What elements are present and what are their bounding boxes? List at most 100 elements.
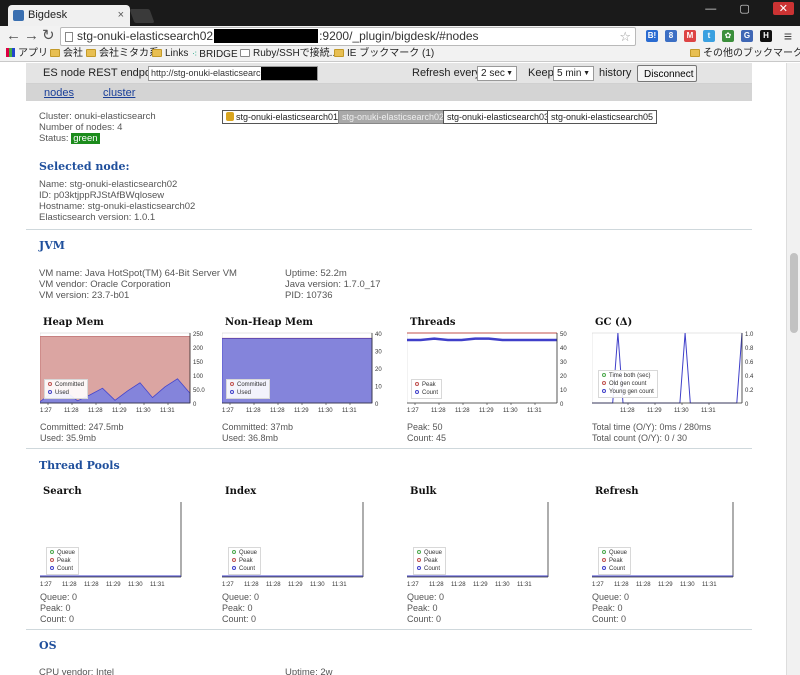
chart-title: Refresh [595, 486, 639, 497]
bookmark-folder[interactable]: 会社ミタカ系 [86, 48, 159, 60]
node-version: Elasticsearch version: 1.0.1 [39, 212, 156, 223]
x-tick-label: 11:31 [517, 582, 532, 588]
chart-stat: Committed: 37mb [222, 422, 294, 432]
legend-dot-icon [230, 390, 234, 394]
extension-icon[interactable]: M [684, 30, 696, 42]
pool-stat: Queue: 0 [222, 592, 260, 602]
apps-grid-icon [6, 48, 15, 57]
y-tick-label: 50 [560, 332, 567, 338]
os-uptime-partial: Uptime: 2w [285, 667, 333, 675]
extension-icon[interactable]: 8 [665, 30, 677, 42]
extension-icon[interactable]: B! [646, 30, 658, 42]
back-arrow-icon[interactable]: ← [6, 26, 21, 46]
legend-label: Queue [239, 550, 258, 556]
node-button[interactable]: stg-onuki-elasticsearch01 [222, 110, 343, 124]
master-node-icon [226, 112, 234, 121]
extension-icon[interactable]: t [703, 30, 715, 42]
node-button[interactable]: stg-onuki-elasticsearch03 [443, 110, 554, 124]
legend-dot-icon [50, 550, 54, 554]
forward-arrow-icon[interactable]: → [24, 26, 39, 46]
x-tick-label: 11:29 [288, 582, 303, 588]
chart-svg: 250 200 150 100 50.0 0 1:27 11:28 11:28 11:29 11:3… [40, 332, 205, 414]
pool-stat: Peak: 0 [592, 603, 623, 613]
url-host: stg-onuki-elasticsearch02 [77, 29, 214, 43]
browser-tab[interactable]: Bigdesk × [8, 5, 130, 26]
legend-item: Committed [48, 381, 84, 389]
vm-vendor: VM vendor: Oracle Corporation [39, 279, 171, 290]
x-tick-label: 11:28 [88, 408, 103, 414]
x-tick-label: 11:30 [503, 408, 518, 414]
nav-cluster-link[interactable]: cluster [103, 87, 135, 99]
tab-close-icon[interactable]: × [118, 5, 124, 26]
keep-select[interactable]: 5 min ▼ [553, 66, 594, 81]
bigdesk-favicon-icon [13, 10, 24, 21]
legend-label: Queue [609, 550, 628, 556]
window-close-button[interactable]: ✕ [772, 2, 794, 15]
page-scrollbar[interactable] [786, 63, 800, 675]
node-button-selected[interactable]: stg-onuki-elasticsearch02 [338, 110, 449, 124]
endpoint-input[interactable]: http://stg-onuki-elasticsearch02 [148, 66, 318, 81]
pool-stat: Count: 0 [592, 614, 627, 624]
reload-icon[interactable]: ↻ [42, 26, 55, 46]
node-button[interactable]: stg-onuki-elasticsearch05 [547, 110, 658, 124]
bigdesk-content: ES node REST endpoint http://stg-onuki-e… [26, 63, 754, 675]
pool-stat: Queue: 0 [592, 592, 630, 602]
bookmark-link[interactable]: ⁖ BRIDGE [192, 48, 238, 61]
legend-label: Peak [424, 558, 438, 564]
redacted-region [261, 67, 317, 80]
selected-node-title: Selected node: [39, 160, 130, 173]
jvm-chart-panel: Threads 50 40 30 20 10 0 1:27 11:28 11:28 11:29 11:… [407, 317, 567, 443]
legend-label: Used [237, 390, 252, 396]
y-tick-label: 10 [375, 385, 382, 391]
cluster-name: Cluster: onuki-elasticsearch [39, 111, 156, 122]
bookmark-link[interactable]: Ruby/SSHで接続... [240, 48, 338, 60]
refresh-select[interactable]: 2 sec ▼ [477, 66, 517, 81]
extension-icon[interactable]: ✿ [722, 30, 734, 42]
legend-item: Count [415, 389, 438, 397]
os-cpu-partial: CPU vendor: Intel [39, 667, 114, 675]
legend-item: Peak [232, 557, 257, 565]
thread-pool-panel: Bulk 1:27 11:28 11:28 11:29 11:30 11:31 Queue Pe… [407, 486, 567, 626]
x-tick-label: 11:28 [455, 408, 470, 414]
y-tick-label: 0.6 [745, 360, 754, 366]
legend-dot-icon [602, 389, 606, 393]
address-bar[interactable]: stg-onuki-elasticsearch02:9200/_plugin/b… [60, 27, 636, 46]
nav-nodes-link[interactable]: nodes [44, 87, 74, 99]
divider [26, 448, 752, 449]
jvm-info-left: VM name: Java HotSpot(TM) 64-Bit Server … [39, 268, 237, 301]
extension-icon[interactable]: G [741, 30, 753, 42]
bookmark-apps[interactable]: アプリ [6, 48, 48, 60]
legend-item: Used [48, 389, 84, 397]
os-section-title: OS [39, 639, 57, 652]
chart-svg: 40 30 20 10 0 1:27 11:28 11:28 11:29 11:30 11:31 [222, 332, 382, 414]
bookmark-other[interactable]: その他のブックマーク [690, 48, 800, 60]
y-tick-label: 100 [193, 374, 204, 380]
folder-icon [334, 49, 344, 57]
legend-dot-icon [602, 373, 606, 377]
legend-item: Young gen count [602, 388, 654, 396]
legend-dot-icon [602, 566, 606, 570]
bookmark-folder[interactable]: IE ブックマーク (1) [334, 48, 434, 60]
legend-label: Count [424, 566, 441, 572]
dropdown-arrow-icon: ▼ [506, 70, 513, 77]
bookmark-folder[interactable]: Links [152, 48, 188, 60]
legend-item: Count [602, 565, 627, 573]
legend-item: Queue [50, 549, 75, 557]
bookmark-star-icon[interactable]: ☆ [619, 28, 631, 45]
x-tick-label: 1:27 [40, 408, 52, 414]
bookmarks-bar: アプリ 会社 会社ミタカ系 Links ⁖ BRIDGE Ruby/SSHで接続.… [0, 46, 800, 62]
bridge-icon: ⁖ [192, 49, 198, 59]
bookmark-folder[interactable]: 会社 [50, 48, 83, 60]
x-tick-label: 11:29 [658, 582, 673, 588]
chart-title: Non-Heap Mem [225, 317, 314, 328]
x-tick-label: 11:30 [310, 582, 325, 588]
window-minimize-maximize[interactable]: — ▢ [705, 3, 759, 15]
jvm-section-title: JVM [39, 239, 65, 252]
x-tick-label: 11:31 [527, 408, 542, 414]
new-tab-button[interactable] [129, 9, 155, 23]
extension-icon[interactable]: H [760, 30, 772, 42]
scrollbar-thumb[interactable] [790, 253, 798, 333]
x-tick-label: 11:28 [244, 582, 259, 588]
chrome-menu-icon[interactable]: ≡ [784, 26, 792, 46]
disconnect-button[interactable]: Disconnect [637, 65, 697, 82]
